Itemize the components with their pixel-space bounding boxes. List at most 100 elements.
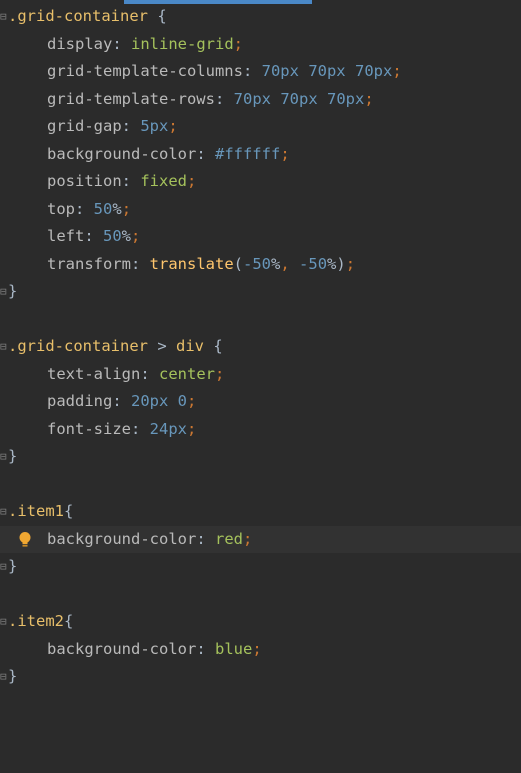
close-brace: } <box>8 667 18 685</box>
colon: : <box>196 144 215 163</box>
open-paren: ( <box>233 254 244 273</box>
open-brace: { <box>64 502 74 520</box>
colon: : <box>131 254 150 273</box>
css-number: 24px <box>149 419 187 438</box>
code-line: ⊟ .item1{ <box>0 498 521 526</box>
open-brace: { <box>147 7 167 25</box>
code-line: ⊟ .grid-container > div { <box>0 333 521 361</box>
colon: : <box>131 419 150 438</box>
code-line: position: fixed; <box>0 168 521 196</box>
code-line: background-color: #ffffff; <box>0 141 521 169</box>
comma: , <box>280 254 300 273</box>
semicolon: ; <box>187 392 197 410</box>
colon: : <box>75 199 94 218</box>
css-selector: .item1 <box>8 502 64 520</box>
close-paren: ) <box>336 254 346 273</box>
css-property: grid-template-columns <box>47 62 243 80</box>
percent: % <box>121 227 132 245</box>
css-property: padding <box>47 392 113 410</box>
code-editor[interactable]: ⊟ .grid-container { display: inline-grid… <box>0 3 521 691</box>
semicolon: ; <box>252 639 262 658</box>
code-line: ⊟ .grid-container { <box>0 3 521 31</box>
colon: : <box>84 227 103 245</box>
css-selector: .grid-container <box>8 337 148 355</box>
semicolon: ; <box>280 144 290 163</box>
css-property: display <box>47 34 113 53</box>
css-property: background-color <box>47 144 197 163</box>
css-value: red <box>214 529 243 548</box>
css-hex-color: #ffffff <box>214 144 281 163</box>
css-value: blue <box>214 639 253 658</box>
css-number: 50 <box>103 227 122 245</box>
css-number: 50 <box>93 199 113 218</box>
colon: : <box>112 392 131 410</box>
css-function: translate <box>149 254 234 273</box>
colon: : <box>121 172 141 190</box>
percent: % <box>112 199 122 218</box>
percent: % <box>327 254 337 273</box>
css-number: 5px <box>140 117 169 135</box>
semicolon: ; <box>215 364 225 383</box>
code-line: padding: 20px 0; <box>0 388 521 416</box>
css-property: grid-template-rows <box>47 89 215 108</box>
close-brace: } <box>8 557 18 575</box>
semicolon: ; <box>121 199 132 218</box>
css-property: background-color <box>47 529 197 548</box>
code-line: display: inline-grid; <box>0 31 521 59</box>
css-number: 70px <box>280 89 318 108</box>
css-property: transform <box>47 254 131 273</box>
css-property: background-color <box>47 639 197 658</box>
css-property: grid-gap <box>47 117 122 135</box>
open-brace: { <box>64 612 74 630</box>
css-value: fixed <box>140 172 187 190</box>
css-number: -50 <box>299 254 328 273</box>
css-number: 70px <box>327 89 365 108</box>
code-line: ⊟ } <box>0 443 521 471</box>
css-value: center <box>159 364 215 383</box>
css-number: -50 <box>243 254 272 273</box>
semicolon: ; <box>131 227 141 245</box>
semicolon: ; <box>392 62 402 80</box>
semicolon: ; <box>187 419 197 438</box>
code-line: ⊟ } <box>0 553 521 581</box>
css-property: top <box>47 199 75 218</box>
css-property: text-align <box>47 364 141 383</box>
css-number: 0 <box>177 392 188 410</box>
colon: : <box>242 62 262 80</box>
css-tag-selector: div <box>175 337 204 355</box>
css-selector: .grid-container <box>8 7 148 25</box>
semicolon: ; <box>364 89 374 108</box>
code-line: transform: translate(-50%, -50%); <box>0 251 521 279</box>
semicolon: ; <box>233 34 243 53</box>
code-line: ⊟ .item2{ <box>0 608 521 636</box>
close-brace: } <box>8 447 18 465</box>
percent: % <box>271 254 281 273</box>
css-property: font-size <box>47 419 131 438</box>
semicolon: ; <box>168 117 178 135</box>
css-number: 20px <box>131 392 169 410</box>
code-line: background-color: blue; <box>0 636 521 664</box>
semicolon: ; <box>242 529 253 548</box>
code-line: ⊟ } <box>0 663 521 691</box>
css-value: inline-grid <box>131 34 234 53</box>
colon: : <box>112 34 131 53</box>
colon: : <box>140 364 159 383</box>
css-number: 70px <box>261 62 299 80</box>
semicolon: ; <box>345 254 356 273</box>
close-brace: } <box>8 282 18 300</box>
colon: : <box>214 89 234 108</box>
open-brace: { <box>203 337 223 355</box>
code-line: grid-template-rows: 70px 70px 70px; <box>0 86 521 114</box>
code-line: ⊟ } <box>0 278 521 306</box>
css-property: position <box>47 172 122 190</box>
code-line: text-align: center; <box>0 361 521 389</box>
combinator: > <box>147 337 176 355</box>
code-line: left: 50%; <box>0 223 521 251</box>
